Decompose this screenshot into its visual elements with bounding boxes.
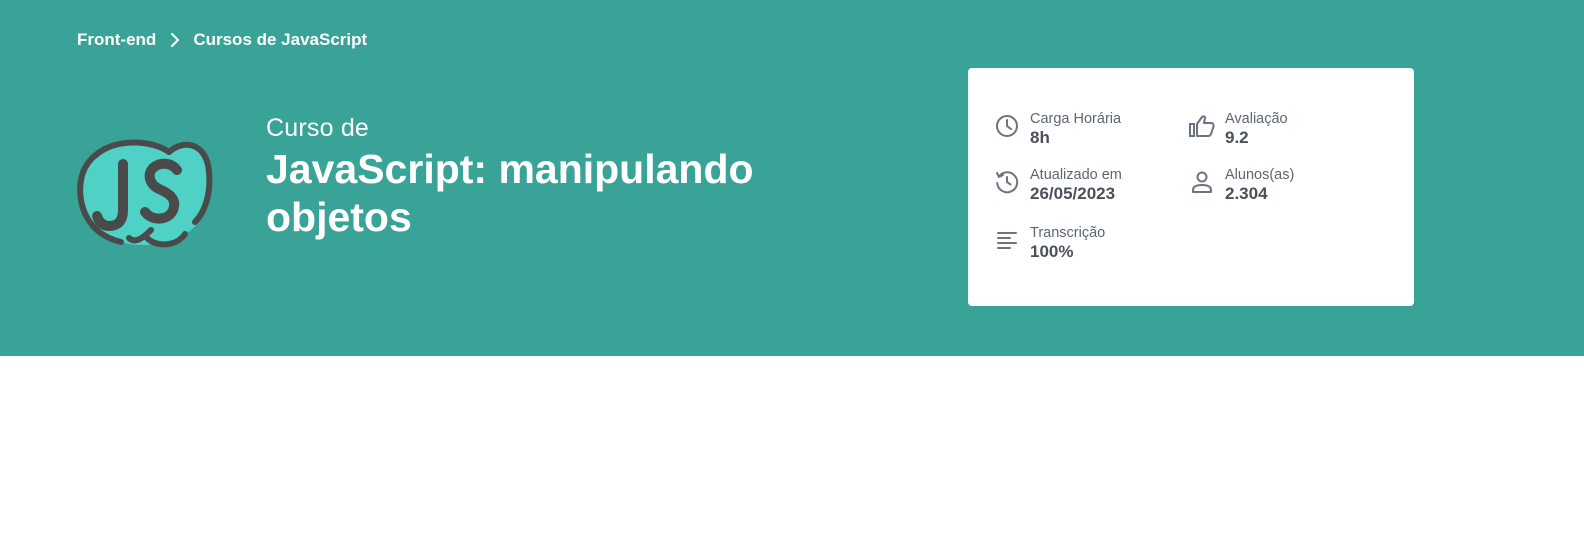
user-icon [1189,169,1215,195]
stat-rating: Avaliação 9.2 [1189,110,1288,148]
thumbs-up-icon [1189,113,1215,139]
stat-updated-label: Atualizado em [1030,167,1122,183]
course-title-line-1: JavaScript: manipulando [266,146,754,192]
stat-transcript-label: Transcrição [1030,225,1106,241]
chevron-right-icon [171,33,180,47]
course-title-line-2: objetos [266,194,412,240]
stat-students: Alunos(as) 2.304 [1189,166,1294,204]
stat-rating-value: 9.2 [1225,128,1249,147]
stat-updated-value: 26/05/2023 [1030,184,1116,203]
stat-students-label: Alunos(as) [1225,167,1295,183]
breadcrumb: Front-end Cursos de JavaScript [77,30,367,50]
clock-icon [994,113,1020,139]
stat-workload: Carga Horária 8h [994,110,1121,148]
history-clock-icon [994,169,1020,195]
breadcrumb-item-front-end[interactable]: Front-end [77,30,156,50]
stat-students-value: 2.304 [1225,184,1268,203]
course-title: JavaScript: manipulando objetos [266,145,886,241]
course-stats-card: Carga Horária 8h Avaliação 9.2 Atualizad… [968,68,1414,306]
stat-updated: Atualizado em 26/05/2023 [994,166,1122,204]
course-title-block: Curso de JavaScript: manipulando objetos [266,114,886,241]
javascript-logo-icon [77,139,213,248]
stat-workload-label: Carga Horária [1030,111,1122,127]
stat-rating-label: Avaliação [1225,111,1288,127]
course-prefix: Curso de [266,114,370,142]
text-lines-icon [994,227,1020,253]
course-hero: Front-end Cursos de JavaScript Curso de … [0,0,1584,356]
breadcrumb-item-javascript-courses[interactable]: Cursos de JavaScript [193,30,367,50]
stat-workload-value: 8h [1030,128,1050,147]
stat-transcript-value: 100% [1030,242,1074,261]
stat-transcript: Transcrição 100% [994,224,1105,262]
